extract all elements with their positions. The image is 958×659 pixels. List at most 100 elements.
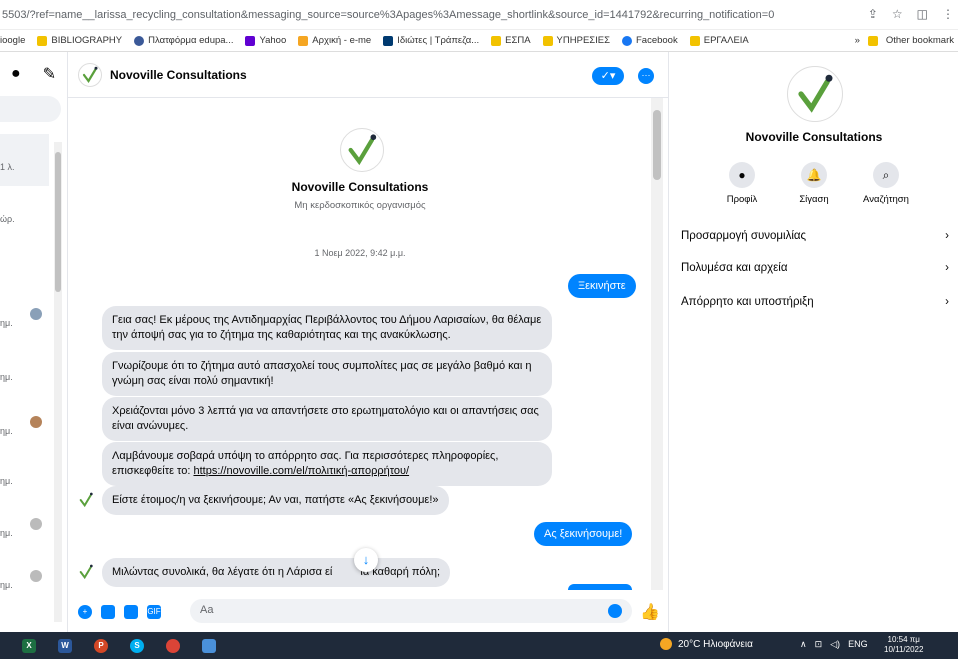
- clock-date: 10/11/2022: [884, 645, 924, 654]
- row-label: Απόρρητο και υποστήριξη: [681, 296, 814, 308]
- privacy-link[interactable]: https://novoville.com/el/πολιτική-απορρή…: [193, 465, 409, 477]
- message-placeholder: Aa: [200, 604, 214, 616]
- thumbs-up-icon[interactable]: 👍: [640, 602, 660, 622]
- weather-widget[interactable]: 20°C Ηλιοφάνεια: [660, 638, 753, 650]
- info-panel: Novoville Consultations ● Προφίλ 🔔 Σίγασ…: [668, 52, 958, 632]
- dot-icon: ●: [10, 65, 21, 82]
- message-timestamp: 1 Νοεμ 2022, 9:42 μ.μ.: [314, 248, 406, 258]
- search-button[interactable]: ⌕ Αναζήτηση: [851, 162, 921, 205]
- mute-button[interactable]: 🔔 Σίγαση: [779, 162, 849, 205]
- mark-done-button[interactable]: ✓▾: [592, 67, 624, 85]
- row-label: Πολυμέσα και αρχεία: [681, 262, 788, 274]
- folder-icon: [542, 35, 553, 46]
- image-icon[interactable]: [101, 605, 115, 619]
- chat-pane: Novoville Consultations ✓▾ ··· Novoville…: [68, 52, 668, 632]
- bookmark-edupa[interactable]: Πλατφόρμα edupa...: [134, 35, 233, 46]
- weather-text: 20°C Ηλιοφάνεια: [678, 638, 753, 650]
- taskbar: X W P S 20°C Ηλιοφάνεια ∧ ⊡ ◁) ENG 10:54…: [0, 632, 958, 659]
- more-options-icon[interactable]: ···: [638, 68, 654, 84]
- scrollbar-thumb[interactable]: [653, 110, 661, 180]
- speaker-icon[interactable]: ◁): [830, 639, 840, 650]
- bookmark-yahoo[interactable]: Yahoo: [245, 35, 286, 46]
- profile-avatar[interactable]: [787, 66, 843, 122]
- bookmarks-overflow: » Other bookmark: [855, 35, 954, 46]
- scroll-down-button[interactable]: ↓: [354, 548, 378, 572]
- share-icon[interactable]: ⇪: [868, 7, 878, 21]
- profile-subtitle: Μη κερδοσκοπικός οργανισμός: [294, 200, 426, 211]
- search-label: Αναζήτηση: [863, 194, 909, 205]
- excel-icon[interactable]: X: [22, 638, 36, 653]
- bookmarks-bar: ioogle BIBLIOGRAPHY Πλατφόρμα edupa... Y…: [0, 30, 958, 52]
- read-receipt-icon: [30, 518, 42, 530]
- gif-icon[interactable]: GIF: [147, 605, 161, 619]
- facebook-icon: [622, 35, 632, 46]
- bell-icon: 🔔: [801, 162, 827, 188]
- language-indicator[interactable]: ENG: [848, 639, 868, 650]
- customize-chat-row[interactable]: Προσαρμογή συνομιλίας ›: [681, 230, 949, 242]
- word-icon[interactable]: W: [58, 638, 72, 653]
- calculator-icon[interactable]: [202, 638, 216, 653]
- media-files-row[interactable]: Πολυμέσα και αρχεία ›: [681, 262, 949, 274]
- sidebar-icon[interactable]: ◫: [917, 7, 928, 21]
- other-bookmarks[interactable]: Other bookmark: [886, 35, 954, 46]
- message-list: Novoville Consultations Μη κερδοσκοπικός…: [68, 98, 668, 590]
- chrome-icon[interactable]: [166, 638, 180, 653]
- message-bubble: Είστε έτοιμος/η να ξεκινήσουμε; Αν ναι, …: [102, 486, 449, 515]
- powerpoint-icon[interactable]: P: [94, 638, 108, 653]
- chat-scrollbar[interactable]: [651, 98, 663, 590]
- bookmark-google[interactable]: ioogle: [0, 35, 25, 46]
- folder-icon: [867, 35, 878, 46]
- privacy-support-row[interactable]: Απόρρητο και υποστήριξη ›: [681, 296, 949, 308]
- checkmark-logo-icon: [82, 66, 98, 83]
- bookmark-espa[interactable]: ΕΣΠΑ: [491, 35, 531, 46]
- folder-icon: [37, 35, 48, 46]
- bookmark-e-me[interactable]: Αρχική - e-me: [298, 35, 371, 46]
- chat-title[interactable]: Novoville Consultations: [110, 68, 247, 82]
- screen: 5503/?ref=name__larissa_recycling_consul…: [0, 0, 958, 659]
- globe-icon: [134, 35, 145, 46]
- conversation-list: ● ✎ 1 λ. ώρ. ημ. ημ. ημ. ημ. ημ. ημ.: [0, 52, 68, 632]
- bookmark-facebook[interactable]: Facebook: [622, 35, 678, 46]
- message-input[interactable]: Aa: [190, 599, 632, 623]
- message-bubble: Γεια σας! Εκ μέρους της Αντιδημαρχίας Πε…: [102, 306, 552, 350]
- compose-icon[interactable]: ✎: [43, 64, 56, 84]
- conversation-time: ημ.: [0, 528, 13, 538]
- avatar[interactable]: [78, 62, 102, 87]
- conversation-time: ημ.: [0, 372, 13, 382]
- plus-icon[interactable]: +: [78, 605, 92, 619]
- star-icon[interactable]: ☆: [892, 7, 903, 21]
- url-text[interactable]: 5503/?ref=name__larissa_recycling_consul…: [0, 9, 800, 21]
- chevron-up-icon[interactable]: ∧: [800, 639, 807, 650]
- search-input[interactable]: [0, 96, 61, 122]
- skype-icon[interactable]: S: [130, 638, 144, 653]
- conversation-time: ημ.: [0, 426, 13, 436]
- menu-icon[interactable]: ⋮: [942, 7, 954, 21]
- bookmark-ypiresies[interactable]: ΥΠΗΡΕΣΙΕΣ: [542, 35, 610, 46]
- bookmark-bank[interactable]: Ιδιώτες | Τράπεζα...: [383, 35, 479, 46]
- checkmark-logo-icon: [79, 564, 93, 580]
- chat-header: Novoville Consultations ✓▾ ···: [68, 52, 668, 98]
- sticker-icon[interactable]: [124, 605, 138, 619]
- emoji-icon[interactable]: [608, 604, 622, 618]
- reply-bubble: Ας ξεκινήσουμε!: [534, 522, 633, 546]
- bookmarks-chevron[interactable]: »: [855, 35, 860, 46]
- sun-icon: [660, 638, 672, 650]
- folder-icon: [689, 35, 700, 46]
- selected-conversation[interactable]: [0, 134, 49, 186]
- checkmark-logo-icon: [348, 134, 377, 166]
- address-bar[interactable]: 5503/?ref=name__larissa_recycling_consul…: [0, 0, 958, 30]
- system-tray: ∧ ⊡ ◁) ENG: [800, 639, 868, 650]
- clock-time: 10:54 πμ: [887, 635, 920, 644]
- network-icon[interactable]: ⊡: [815, 639, 823, 650]
- chevron-right-icon: ›: [945, 230, 949, 242]
- profile-button[interactable]: ● Προφίλ: [707, 162, 777, 205]
- folder-icon: [491, 35, 502, 46]
- start-button[interactable]: Ξεκινήστε: [568, 274, 636, 298]
- bookmark-ergaleia[interactable]: ΕΡΓΑΛΕΙΑ: [689, 35, 749, 46]
- bookmark-bibliography[interactable]: BIBLIOGRAPHY: [37, 35, 122, 46]
- reply-bubble-partial: [568, 584, 632, 590]
- clock[interactable]: 10:54 πμ 10/11/2022: [884, 635, 923, 655]
- profile-avatar[interactable]: [340, 128, 384, 172]
- e-me-icon: [298, 35, 309, 46]
- message-bubble: Λαμβάνουμε σοβαρά υπόψη το απόρρητο σας.…: [102, 442, 552, 486]
